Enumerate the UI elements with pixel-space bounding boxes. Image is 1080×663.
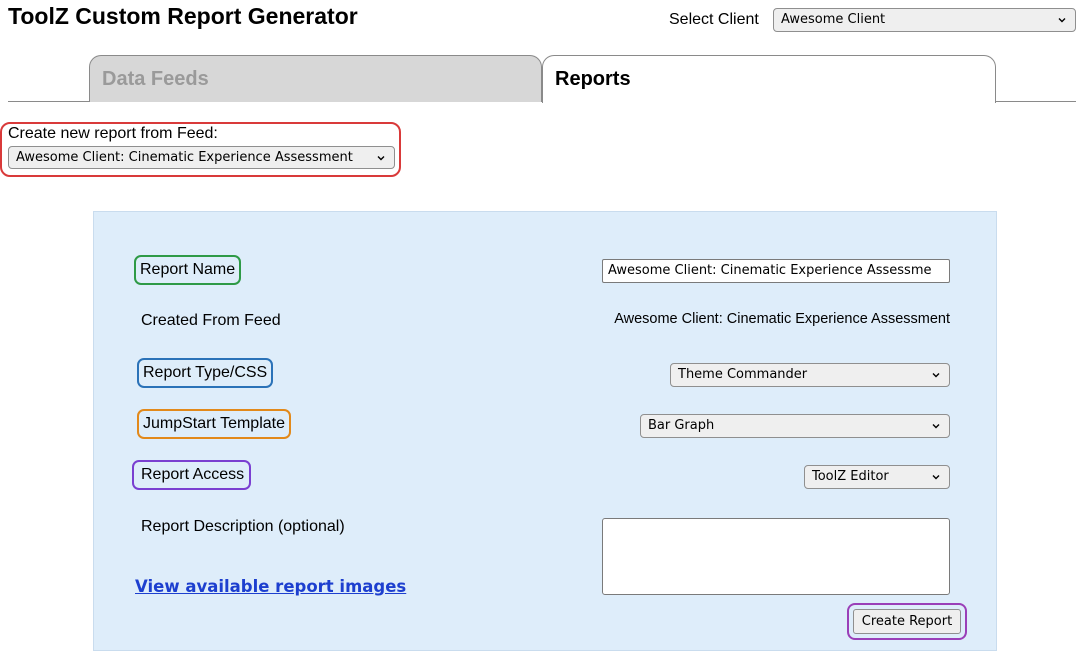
jumpstart-template-label: JumpStart Template — [137, 409, 291, 439]
client-select-label: Select Client — [669, 11, 759, 28]
jumpstart-template-value: Bar Graph — [648, 418, 715, 433]
feed-select[interactable]: Awesome Client: Cinematic Experience Ass… — [8, 146, 395, 169]
chevron-down-icon — [932, 475, 940, 480]
created-from-feed-label: Created From Feed — [141, 312, 281, 329]
view-report-images-link[interactable]: View available report images — [135, 577, 406, 596]
client-select-value: Awesome Client — [781, 12, 886, 27]
chevron-down-icon — [932, 424, 940, 429]
create-report-button[interactable]: Create Report — [853, 609, 961, 634]
tab-data-feeds-label: Data Feeds — [102, 68, 209, 90]
chevron-down-icon — [932, 373, 940, 378]
tab-reports[interactable]: Reports — [542, 55, 996, 103]
report-access-label: Report Access — [132, 460, 252, 490]
chevron-down-icon — [1058, 18, 1066, 23]
report-description-label: Report Description (optional) — [141, 518, 345, 535]
report-name-label: Report Name — [134, 255, 242, 285]
feed-picker-label: Create new report from Feed: — [8, 125, 218, 142]
report-description-textarea[interactable] — [602, 518, 950, 595]
created-from-feed-value: Awesome Client: Cinematic Experience Ass… — [614, 311, 950, 327]
tab-data-feeds[interactable]: Data Feeds — [89, 55, 542, 102]
report-type-select[interactable]: Theme Commander — [670, 363, 950, 387]
report-type-value: Theme Commander — [678, 367, 808, 382]
report-type-label: Report Type/CSS — [137, 358, 274, 388]
report-generator-page: ToolZ Custom Report Generator Select Cli… — [0, 0, 1080, 663]
report-access-select[interactable]: ToolZ Editor — [804, 465, 950, 489]
jumpstart-template-select[interactable]: Bar Graph — [640, 414, 950, 438]
report-access-value: ToolZ Editor — [812, 469, 889, 484]
feed-select-value: Awesome Client: Cinematic Experience Ass… — [16, 150, 353, 165]
report-name-input[interactable]: Awesome Client: Cinematic Experience Ass… — [602, 259, 950, 283]
chevron-down-icon — [377, 155, 385, 160]
app-title: ToolZ Custom Report Generator — [8, 3, 358, 29]
client-select[interactable]: Awesome Client — [773, 8, 1076, 32]
tab-reports-label: Reports — [555, 68, 631, 90]
